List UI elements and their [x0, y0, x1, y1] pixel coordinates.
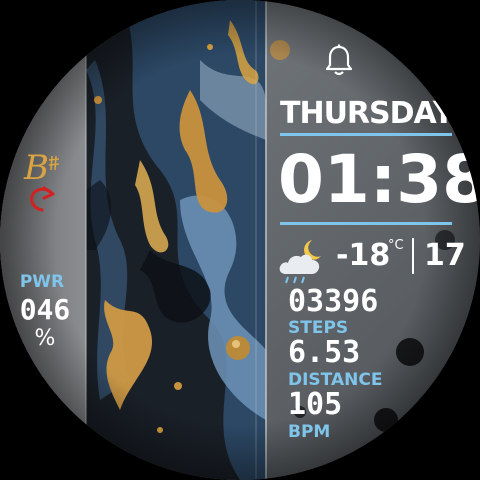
divider-top: [280, 133, 452, 136]
power-value: 046: [19, 293, 71, 326]
temperature-unit: °C: [388, 238, 404, 253]
distance-value: 6.53: [288, 335, 361, 370]
date-value: 17: [424, 238, 466, 273]
time-display: 01:38: [278, 141, 480, 218]
heart-rate-label: BPM: [288, 422, 331, 442]
power-label: PWR: [19, 272, 65, 292]
abstract-marble-background: [0, 0, 480, 480]
steps-value: 03396: [288, 284, 379, 319]
bell-icon[interactable]: [324, 44, 354, 78]
watch-face: THURSDAY 01:38 -18 °C 17 03396 STEPS 6.5…: [0, 0, 480, 480]
temp-date-separator: [412, 238, 414, 274]
moon-cloud-rain-icon: [279, 240, 321, 284]
power-unit: %: [34, 326, 56, 351]
day-of-week: THURSDAY: [280, 96, 455, 131]
b-sharp-logo-icon: B: [22, 148, 66, 214]
heart-rate-value: 105: [288, 387, 343, 422]
divider-bottom: [280, 222, 452, 225]
temperature-value: -18: [336, 238, 391, 273]
